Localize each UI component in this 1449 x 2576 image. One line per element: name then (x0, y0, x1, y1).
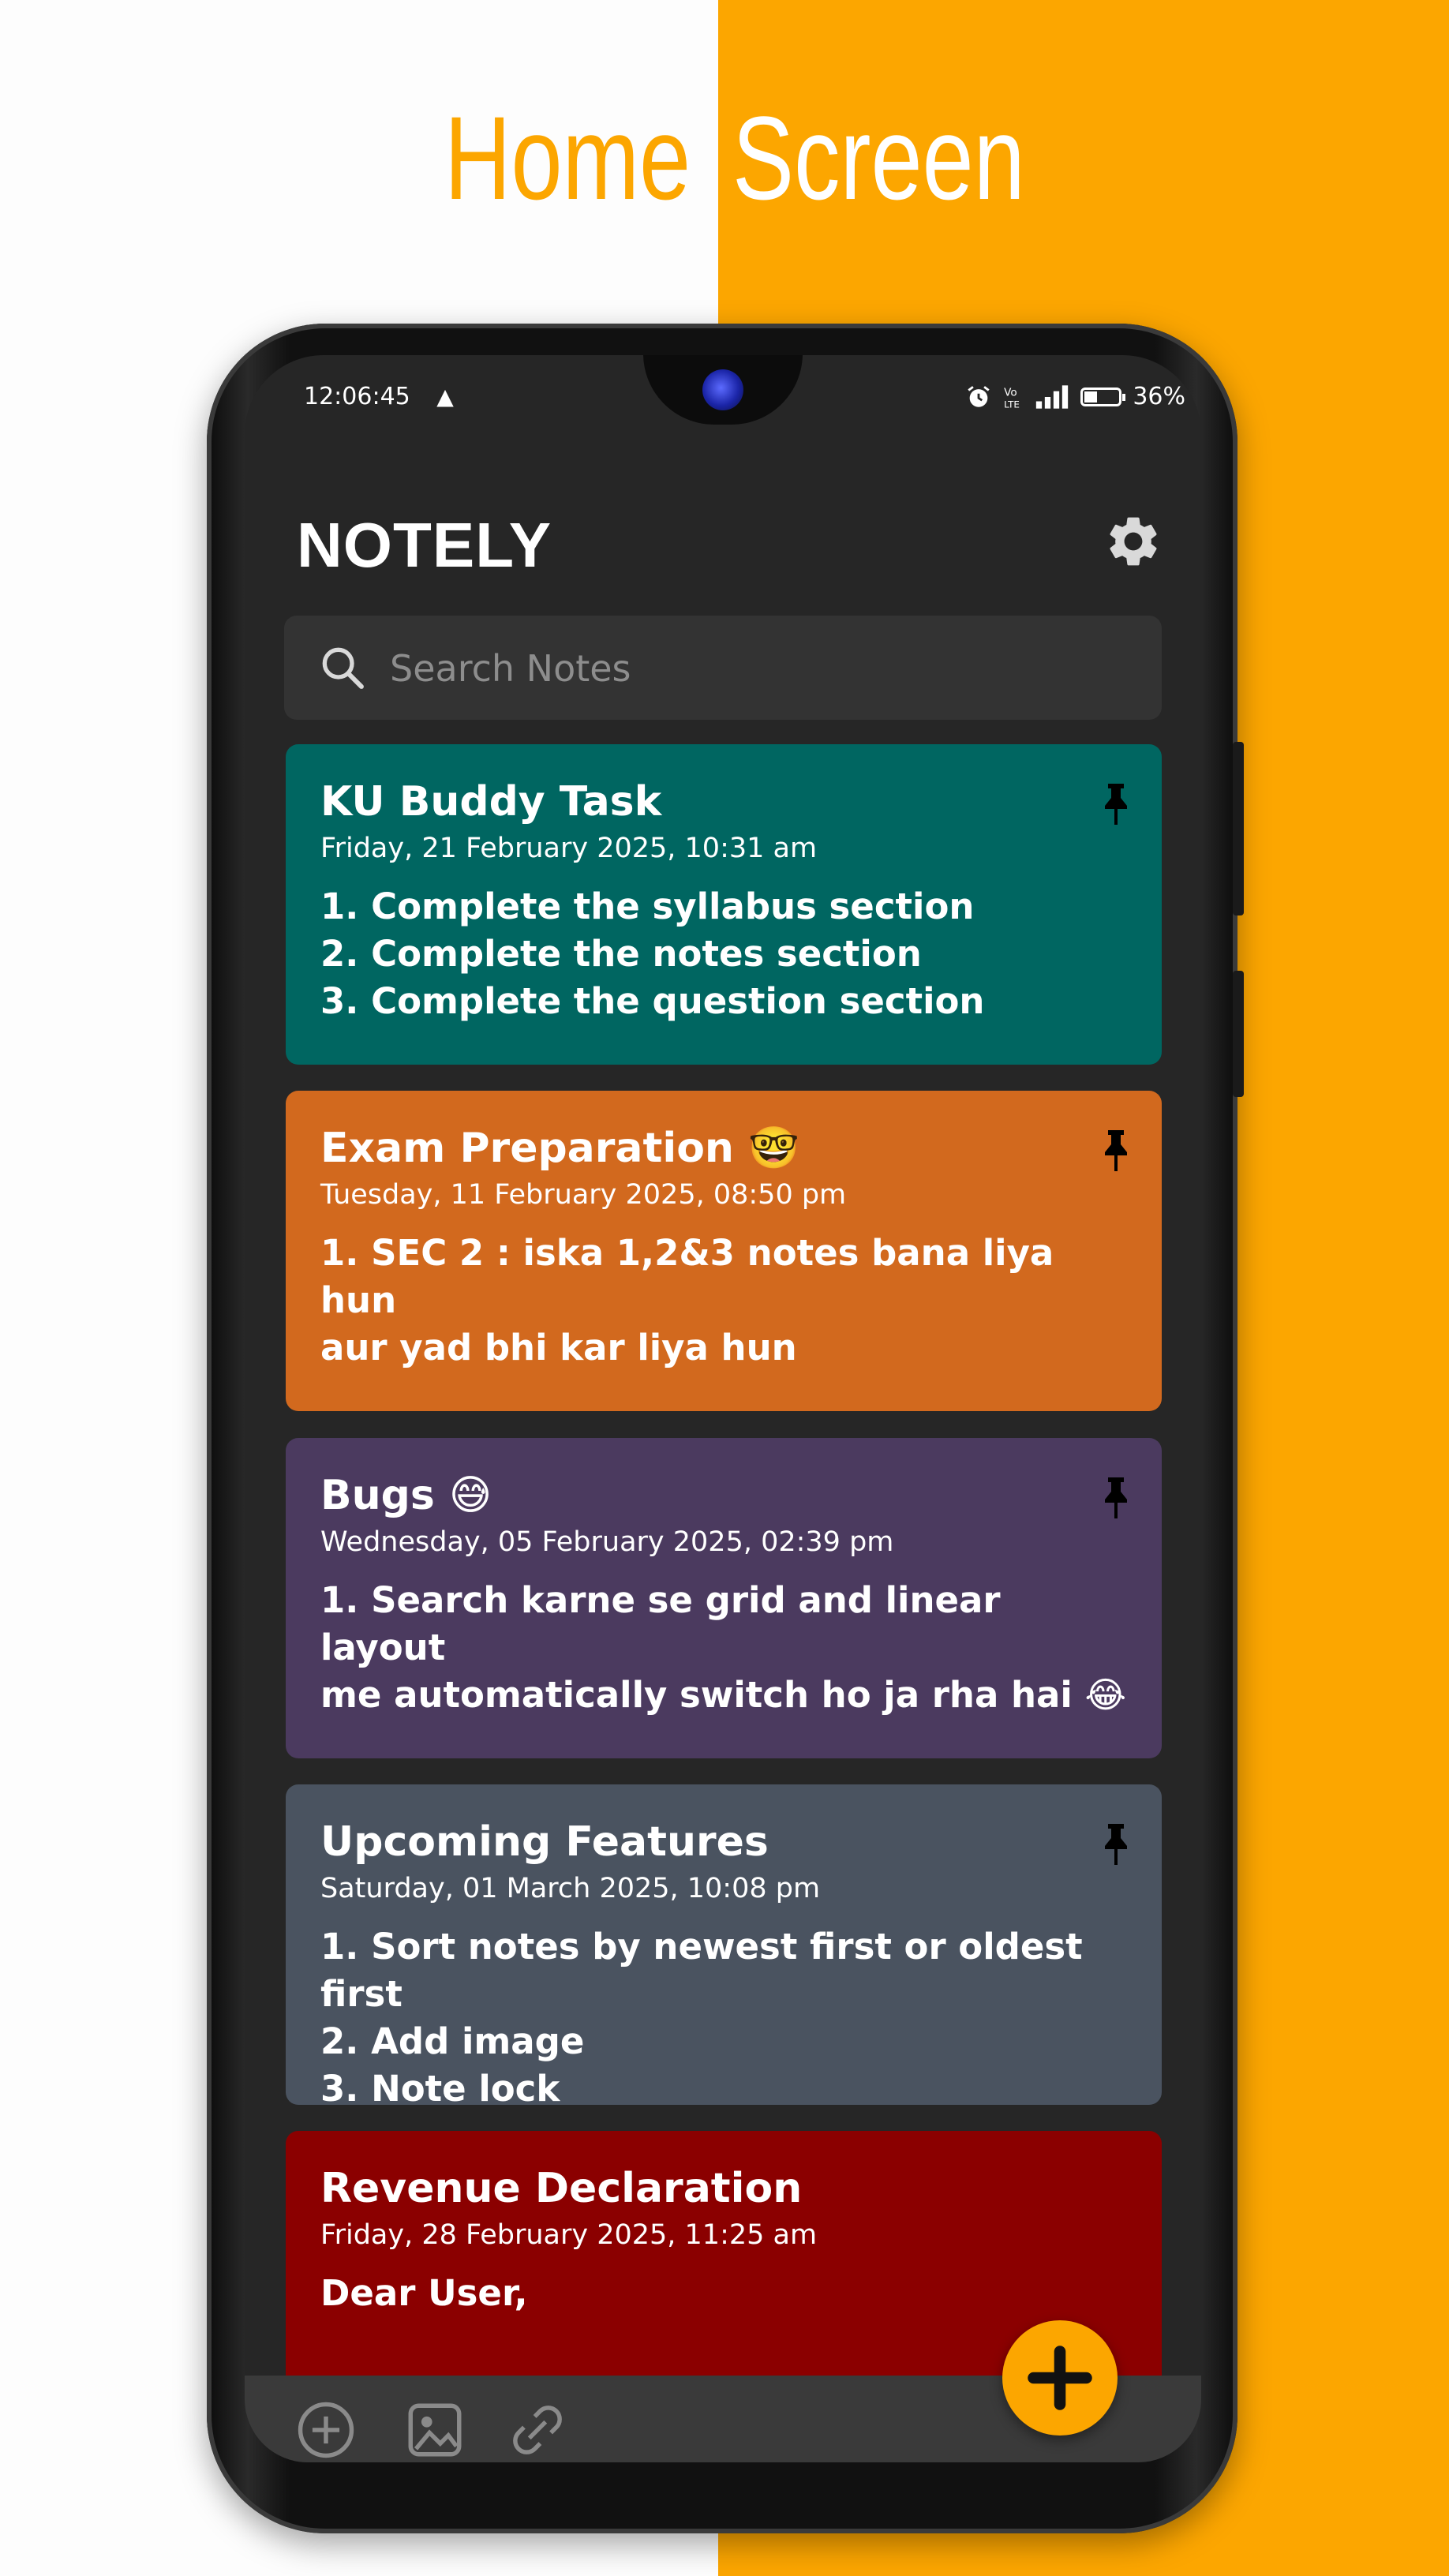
alarm-icon (968, 386, 990, 407)
gear-icon[interactable] (1103, 511, 1163, 571)
pin-icon[interactable] (1100, 1476, 1132, 1520)
search-bar[interactable] (284, 616, 1162, 720)
note-date: Tuesday, 11 February 2025, 08:50 pm (320, 1179, 847, 1211)
front-camera (702, 369, 743, 410)
note-body: 1. Search karne se grid and linear layou… (320, 1579, 1127, 1716)
pin-icon[interactable] (1100, 1822, 1132, 1866)
add-circle-icon[interactable] (294, 2398, 358, 2462)
image-icon[interactable] (402, 2398, 467, 2462)
status-bar-right: Vo LTE 36% (965, 377, 1185, 417)
svg-text:LTE: LTE (1004, 399, 1020, 410)
phone-screen: 12:06:45 ▲ Vo LTE 36% NOTELY Search Note… (245, 355, 1201, 2462)
note-body: 1. Complete the syllabus section 2. Comp… (320, 886, 985, 1022)
note-card[interactable]: Bugs 😅 Wednesday, 05 February 2025, 02:3… (286, 1438, 1162, 1758)
pin-icon[interactable] (1100, 782, 1132, 826)
notch (643, 355, 803, 425)
note-card[interactable]: Upcoming Features Saturday, 01 March 202… (286, 1784, 1162, 2110)
pin-icon[interactable] (1100, 1129, 1132, 1173)
warning-icon: ▲ (436, 384, 454, 410)
note-title: Exam Preparation 🤓 (320, 1125, 799, 1172)
status-bar-left: 12:06:45 ▲ (304, 377, 454, 417)
app-title: NOTELY (297, 510, 552, 580)
note-card[interactable]: Exam Preparation 🤓 Tuesday, 11 February … (286, 1091, 1162, 1411)
note-body: 1. Sort notes by newest first or oldest … (320, 1926, 1083, 2110)
note-date: Friday, 21 February 2025, 10:31 am (320, 833, 818, 864)
search-icon (322, 647, 364, 689)
note-title: Upcoming Features (320, 1818, 769, 1866)
add-note-button[interactable] (1002, 2320, 1118, 2436)
search-input[interactable] (388, 642, 1102, 695)
battery-percent: 36% (1133, 383, 1185, 410)
note-title: Revenue Declaration (320, 2165, 803, 2212)
note-card[interactable]: KU Buddy Task Friday, 21 February 2025, … (286, 744, 1162, 1065)
battery-icon (1080, 388, 1126, 406)
svg-text:Vo: Vo (1004, 386, 1017, 399)
banner-title: Home Screen (0, 83, 1449, 233)
note-date: Saturday, 01 March 2025, 10:08 pm (320, 1873, 821, 1904)
volume-button (1233, 742, 1244, 915)
volte-icon: Vo LTE (1004, 386, 1020, 410)
signal-icon (1036, 385, 1069, 409)
note-date: Friday, 28 February 2025, 11:25 am (320, 2219, 818, 2251)
banner-title-word-2: Screen (732, 92, 1025, 224)
banner-title-word-1: Home (444, 92, 691, 224)
note-title: Bugs 😅 (320, 1472, 492, 1519)
note-body: 1. SEC 2 : iska 1,2&3 notes bana liya hu… (320, 1232, 1054, 1368)
plus-icon (1028, 2346, 1092, 2410)
link-icon[interactable] (505, 2398, 570, 2462)
note-title: KU Buddy Task (320, 778, 662, 826)
power-button (1233, 971, 1244, 1097)
note-date: Wednesday, 05 February 2025, 02:39 pm (320, 1526, 894, 1558)
status-time: 12:06:45 (304, 383, 410, 410)
note-body: Dear User, (320, 2272, 528, 2314)
